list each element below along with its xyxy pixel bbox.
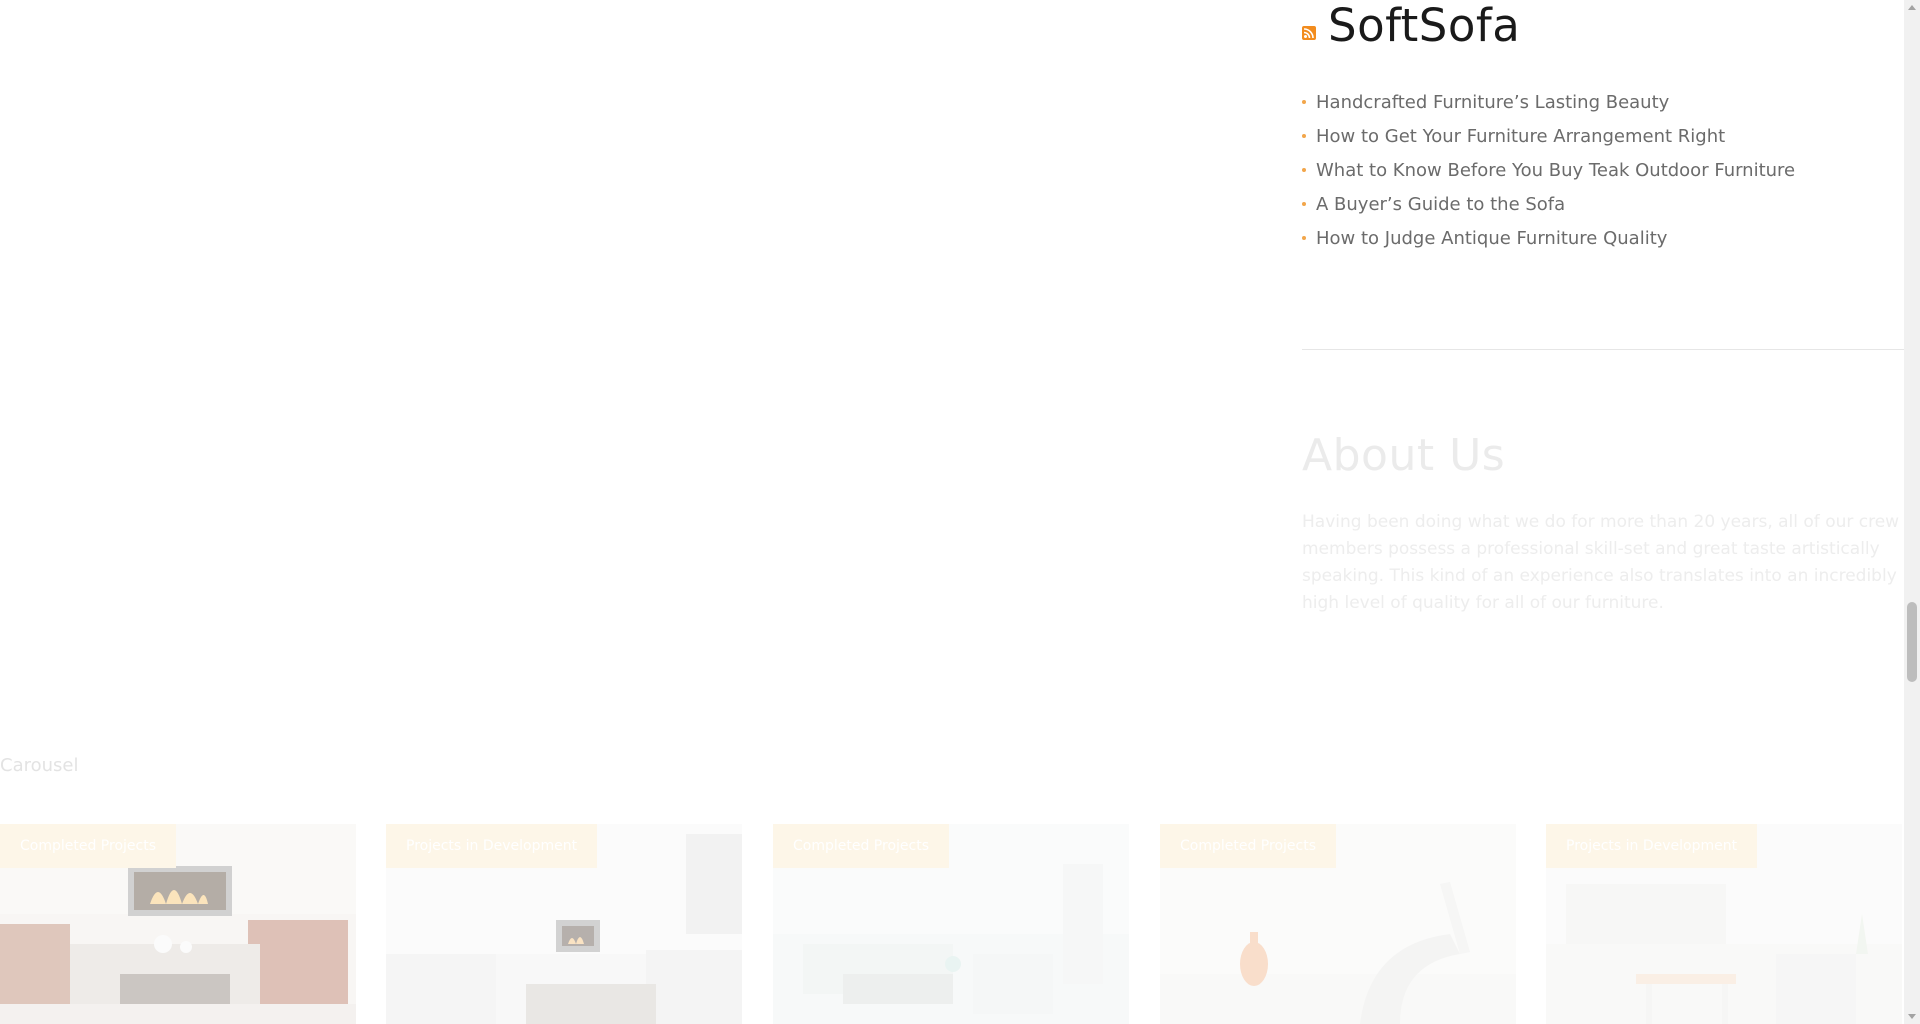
bullet-icon xyxy=(1302,202,1306,206)
scroll-thumb[interactable] xyxy=(1907,602,1917,682)
bullet-icon xyxy=(1302,236,1306,240)
carousel-card[interactable]: Projects in Development xyxy=(386,824,742,1024)
about-section: About Us Having been doing what we do fo… xyxy=(1302,430,1902,617)
rss-item-link[interactable]: How to Judge Antique Furniture Quality xyxy=(1316,228,1667,249)
carousel-card[interactable]: Projects in Development xyxy=(1546,824,1902,1024)
rss-item-list: Handcrafted Furniture’s Lasting Beauty H… xyxy=(1302,85,1902,255)
about-title: About Us xyxy=(1302,430,1506,481)
scroll-up-icon[interactable] xyxy=(1908,5,1916,10)
about-text: Having been doing what we do for more th… xyxy=(1302,512,1900,613)
rss-item-link[interactable]: A Buyer’s Guide to the Sofa xyxy=(1316,194,1565,215)
bullet-icon xyxy=(1302,168,1306,172)
section-divider xyxy=(1302,349,1904,350)
rss-title-row: SoftSofa xyxy=(1302,0,1902,52)
rss-list-item: What to Know Before You Buy Teak Outdoor… xyxy=(1302,153,1902,187)
rss-item-link[interactable]: What to Know Before You Buy Teak Outdoor… xyxy=(1316,160,1795,181)
carousel-card[interactable]: Completed Projects xyxy=(1160,824,1516,1024)
carousel-card[interactable]: Completed Projects xyxy=(773,824,1129,1024)
rss-widget: SoftSofa Handcrafted Furniture’s Lasting… xyxy=(1302,0,1902,255)
carousel-label: Carousel xyxy=(0,755,79,776)
rss-item-link[interactable]: How to Get Your Furniture Arrangement Ri… xyxy=(1316,126,1725,147)
rss-feed-title[interactable]: SoftSofa xyxy=(1328,0,1520,52)
rss-list-item: Handcrafted Furniture’s Lasting Beauty xyxy=(1302,85,1902,119)
rss-item-link[interactable]: Handcrafted Furniture’s Lasting Beauty xyxy=(1316,92,1669,113)
bullet-icon xyxy=(1302,100,1306,104)
rss-icon[interactable] xyxy=(1302,26,1316,40)
rss-list-item: How to Get Your Furniture Arrangement Ri… xyxy=(1302,119,1902,153)
bullet-icon xyxy=(1302,134,1306,138)
category-badge[interactable]: Completed Projects xyxy=(773,824,950,868)
scroll-down-icon[interactable] xyxy=(1908,1014,1916,1019)
category-badge[interactable]: Completed Projects xyxy=(0,824,177,868)
category-badge[interactable]: Completed Projects xyxy=(1160,824,1337,868)
carousel-card[interactable]: Completed Projects xyxy=(0,824,356,1024)
rss-list-item: How to Judge Antique Furniture Quality xyxy=(1302,221,1902,255)
category-badge[interactable]: Projects in Development xyxy=(1546,824,1758,868)
category-badge[interactable]: Projects in Development xyxy=(386,824,598,868)
page-scrollbar[interactable] xyxy=(1904,0,1920,1024)
rss-list-item: A Buyer’s Guide to the Sofa xyxy=(1302,187,1902,221)
carousel-track: Completed Projects Projects in Developme… xyxy=(0,824,1904,1024)
